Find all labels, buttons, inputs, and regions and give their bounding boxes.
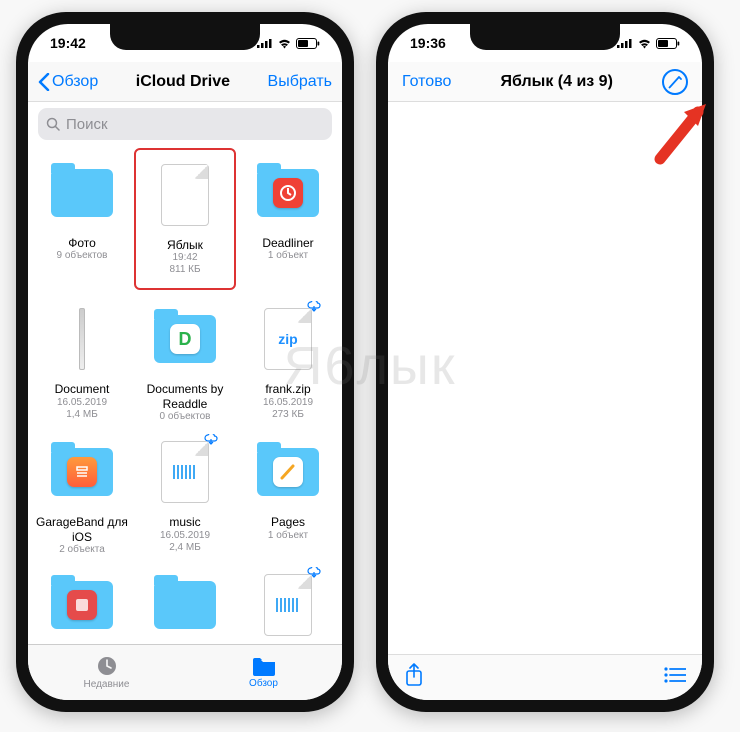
- file-thumbnail: [146, 156, 224, 234]
- file-item[interactable]: zip frank.zip16.05.2019273 КБ: [240, 300, 336, 423]
- file-grid[interactable]: Фото9 объектовЯблык19:42811 КБDeadliner1…: [28, 146, 342, 644]
- status-time: 19:42: [50, 35, 86, 51]
- file-thumbnail: [43, 566, 121, 644]
- document-preview[interactable]: [388, 102, 702, 654]
- file-name: Deadliner: [262, 236, 313, 250]
- file-thumbnail: zip: [249, 300, 327, 378]
- search-placeholder: Поиск: [66, 116, 108, 133]
- file-meta: 16.05.2019: [160, 530, 210, 542]
- file-item[interactable]: music16.05.20192,4 МБ: [134, 433, 236, 556]
- file-meta2: 1,4 МБ: [66, 409, 98, 421]
- file-thumbnail: [249, 566, 327, 644]
- search-icon: [46, 117, 60, 131]
- done-button[interactable]: Готово: [402, 73, 451, 91]
- nav-back-label: Обзор: [52, 73, 98, 91]
- file-name: frank.zip: [265, 382, 310, 396]
- battery-icon: [296, 38, 320, 49]
- file-meta2: 811 КБ: [146, 264, 224, 276]
- file-item[interactable]: [34, 566, 130, 644]
- file-meta: 1 объект: [268, 250, 308, 262]
- markup-button[interactable]: [662, 69, 688, 95]
- file-item[interactable]: GarageBand для iOS2 объекта: [34, 433, 130, 556]
- phone-frame-right: 19:36 Готово Яблык (4 из 9): [376, 12, 714, 712]
- notch: [110, 24, 260, 50]
- share-icon: [404, 663, 424, 687]
- scan-nav-bar: Готово Яблык (4 из 9): [388, 62, 702, 102]
- list-icon: [664, 667, 686, 683]
- file-thumbnail: [146, 566, 224, 644]
- file-name: Documents by Readdle: [137, 382, 233, 411]
- file-thumbnail: D: [146, 300, 224, 378]
- share-button[interactable]: [404, 663, 424, 692]
- file-item[interactable]: D Documents by Readdle0 объектов: [134, 300, 236, 423]
- file-item[interactable]: Яблык19:42811 КБ: [134, 154, 236, 290]
- file-name: Яблык: [146, 238, 224, 252]
- tab-recents-label: Недавние: [84, 679, 130, 690]
- nav-back-button[interactable]: Обзор: [38, 73, 98, 91]
- clock-icon: [96, 655, 118, 677]
- file-meta: 9 объектов: [57, 250, 108, 262]
- file-item[interactable]: [240, 566, 336, 644]
- file-thumbnail: [249, 154, 327, 232]
- tab-browse-label: Обзор: [249, 678, 278, 689]
- scan-title: Яблык (4 из 9): [501, 73, 613, 91]
- file-meta2: 2,4 МБ: [169, 542, 201, 554]
- wifi-icon: [277, 38, 292, 49]
- cellular-icon: [617, 38, 633, 48]
- tab-recents[interactable]: Недавние: [28, 645, 185, 700]
- file-meta: 19:42: [146, 252, 224, 264]
- file-item[interactable]: Фото9 объектов: [34, 154, 130, 290]
- status-time: 19:36: [410, 35, 446, 51]
- nav-bar: Обзор iCloud Drive Выбрать: [28, 62, 342, 102]
- file-item[interactable]: Document16.05.20191,4 МБ: [34, 300, 130, 423]
- nav-select-button[interactable]: Выбрать: [268, 73, 332, 91]
- battery-icon: [656, 38, 680, 49]
- file-thumbnail: [43, 154, 121, 232]
- file-name: Document: [55, 382, 110, 396]
- file-name: GarageBand для iOS: [34, 515, 130, 544]
- markup-pen-icon: [668, 75, 682, 89]
- file-meta: 16.05.2019: [263, 397, 313, 409]
- nav-title: iCloud Drive: [136, 73, 230, 91]
- file-meta: 16.05.2019: [57, 397, 107, 409]
- tab-browse[interactable]: Обзор: [185, 645, 342, 700]
- file-name: Фото: [68, 236, 96, 250]
- nav-select-label: Выбрать: [268, 73, 332, 91]
- wifi-icon: [637, 38, 652, 49]
- file-item[interactable]: Deadliner1 объект: [240, 154, 336, 290]
- arrow-annotation: [648, 104, 718, 179]
- tab-bar: Недавние Обзор: [28, 644, 342, 700]
- chevron-left-icon: [38, 73, 50, 91]
- cellular-icon: [257, 38, 273, 48]
- file-thumbnail: [43, 433, 121, 511]
- notch: [470, 24, 620, 50]
- file-item[interactable]: [134, 566, 236, 644]
- file-item[interactable]: Pages1 объект: [240, 433, 336, 556]
- status-icons: [257, 38, 320, 49]
- status-icons: [617, 38, 680, 49]
- file-name: Pages: [271, 515, 305, 529]
- phone-frame-left: 19:42 Обзор iCloud Drive Выбрать: [16, 12, 354, 712]
- file-meta: 0 объектов: [160, 411, 211, 423]
- file-meta2: 273 КБ: [272, 409, 304, 421]
- bottom-toolbar: [388, 654, 702, 700]
- list-button[interactable]: [664, 667, 686, 688]
- file-name: music: [169, 515, 200, 529]
- file-thumbnail: [146, 433, 224, 511]
- file-thumbnail: [43, 300, 121, 378]
- file-meta: 1 объект: [268, 530, 308, 542]
- search-input[interactable]: Поиск: [38, 108, 332, 140]
- file-thumbnail: [249, 433, 327, 511]
- folder-icon: [252, 656, 276, 676]
- file-meta: 2 объекта: [59, 544, 105, 556]
